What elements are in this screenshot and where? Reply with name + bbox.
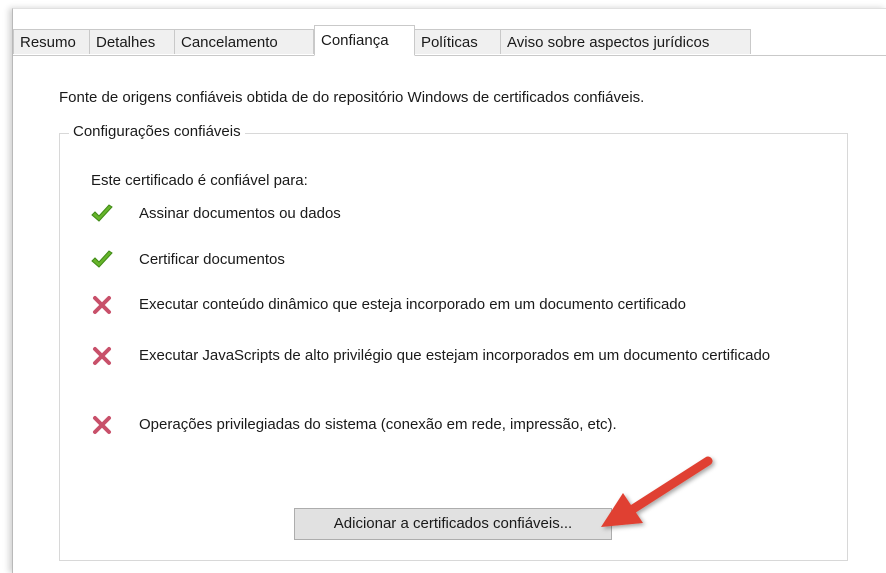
trust-item-text: Executar conteúdo dinâmico que esteja in… [139, 296, 686, 313]
trust-item: Assinar documentos ou dados [89, 203, 829, 227]
trust-item-text: Certificar documentos [139, 251, 285, 268]
tab-aviso-juridico[interactable]: Aviso sobre aspectos jurídicos [501, 29, 751, 54]
tab-detalhes[interactable]: Detalhes [90, 29, 175, 54]
check-icon [91, 250, 113, 268]
annotation-arrow-icon [601, 456, 713, 527]
trust-item: Executar JavaScripts de alto privilégio … [89, 345, 829, 389]
certificate-properties-dialog: Resumo Detalhes Cancelamento Confiança P… [12, 8, 886, 573]
trust-item: Executar conteúdo dinâmico que esteja in… [89, 294, 829, 318]
add-to-trusted-certificates-button[interactable]: Adicionar a certificados confiáveis... [294, 508, 612, 540]
trust-item-text: Executar JavaScripts de alto privilégio … [139, 347, 771, 364]
tab-confianca[interactable]: Confiança [314, 25, 415, 56]
trust-item: Certificar documentos [89, 249, 829, 273]
trust-item: Operações privilegiadas do sistema (cone… [89, 414, 829, 438]
trust-item-text: Operações privilegiadas do sistema (cone… [139, 416, 617, 433]
check-icon [91, 204, 113, 222]
cross-icon [93, 416, 111, 434]
cross-icon [93, 296, 111, 314]
trust-settings-legend: Configurações confiáveis [69, 123, 245, 140]
tab-politicas[interactable]: Políticas [415, 29, 501, 54]
tab-cancelamento[interactable]: Cancelamento [175, 29, 314, 54]
trust-source-text: Fonte de origens confiáveis obtida de do… [59, 89, 645, 106]
trust-item-text: Assinar documentos ou dados [139, 205, 341, 222]
tab-resumo[interactable]: Resumo [13, 29, 90, 54]
trusted-for-label: Este certificado é confiável para: [91, 172, 308, 189]
cross-icon [93, 347, 111, 365]
tab-strip: Resumo Detalhes Cancelamento Confiança P… [13, 25, 886, 56]
